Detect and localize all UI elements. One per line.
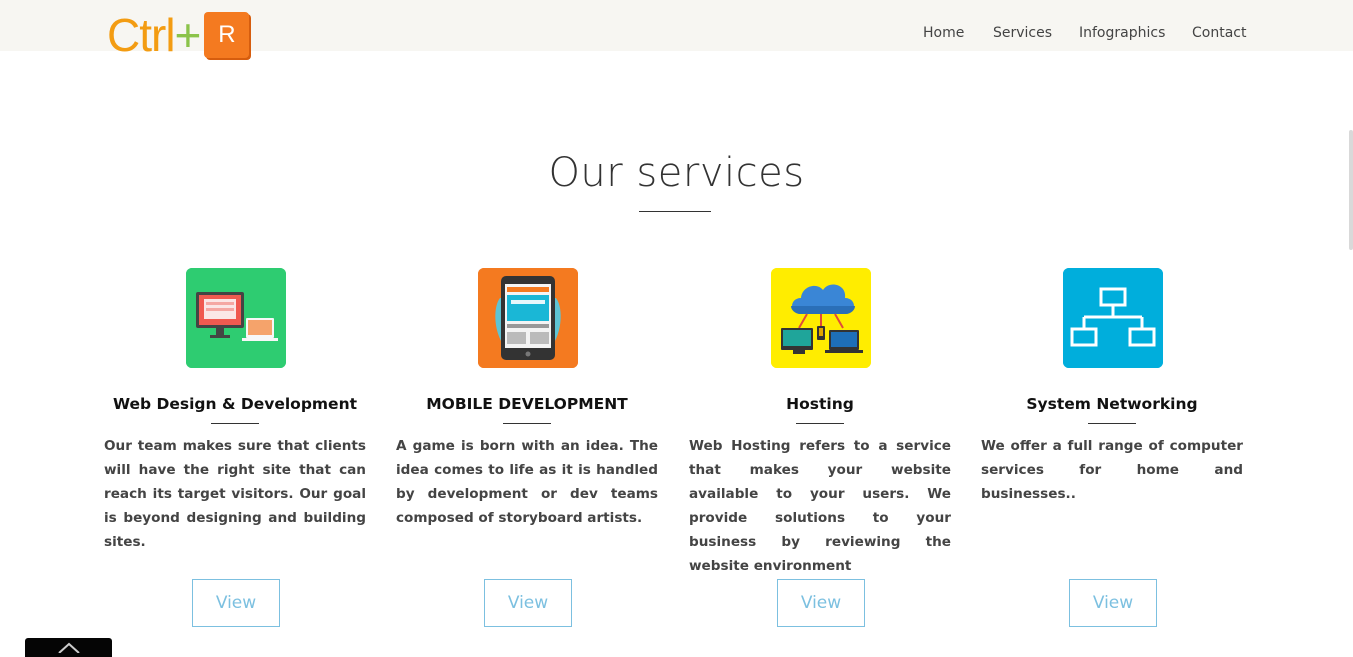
nav-services-link[interactable]: Services xyxy=(993,25,1052,41)
service-description: Web Hosting refers to a service that mak… xyxy=(689,438,951,574)
service-title: Web Design & Development xyxy=(112,395,358,413)
cloud-hosting-icon xyxy=(771,268,871,368)
nav-infographics-link[interactable]: Infographics xyxy=(1079,25,1165,41)
service-title-underline xyxy=(796,423,844,424)
section-title: Our services xyxy=(548,150,805,196)
service-title-underline xyxy=(1088,423,1136,424)
service-card-system-networking: System Networking We offer a full range … xyxy=(981,268,1243,648)
service-description: We offer a full range of computer servic… xyxy=(981,438,1243,502)
main-nav: Home Services Infographics Contact xyxy=(0,25,1353,47)
view-button[interactable]: View xyxy=(1069,579,1157,627)
service-card-mobile-development: MOBILE DEVELOPMENT A game is born with a… xyxy=(396,268,658,648)
service-title: Hosting xyxy=(786,395,854,413)
service-title: MOBILE DEVELOPMENT xyxy=(426,395,628,413)
scroll-to-top-widget[interactable] xyxy=(25,638,112,657)
service-description: Our team makes sure that clients will ha… xyxy=(104,438,366,550)
web-design-icon xyxy=(186,268,286,368)
view-button[interactable]: View xyxy=(192,579,280,627)
nav-contact-link[interactable]: Contact xyxy=(1192,25,1246,41)
service-description: A game is born with an idea. The idea co… xyxy=(396,438,658,526)
service-title-underline xyxy=(211,423,259,424)
view-button[interactable]: View xyxy=(777,579,865,627)
service-title-underline xyxy=(503,423,551,424)
section-title-underline xyxy=(639,211,711,212)
service-title: System Networking xyxy=(1026,395,1198,413)
mobile-tablet-icon xyxy=(478,268,578,368)
service-card-hosting: Hosting Web Hosting refers to a service … xyxy=(689,268,951,648)
view-button[interactable]: View xyxy=(484,579,572,627)
service-card-web-design: Web Design & Development Our team makes … xyxy=(104,268,366,648)
nav-home-link[interactable]: Home xyxy=(923,25,964,41)
network-diagram-icon xyxy=(1063,268,1163,368)
chevron-up-icon xyxy=(58,642,80,653)
